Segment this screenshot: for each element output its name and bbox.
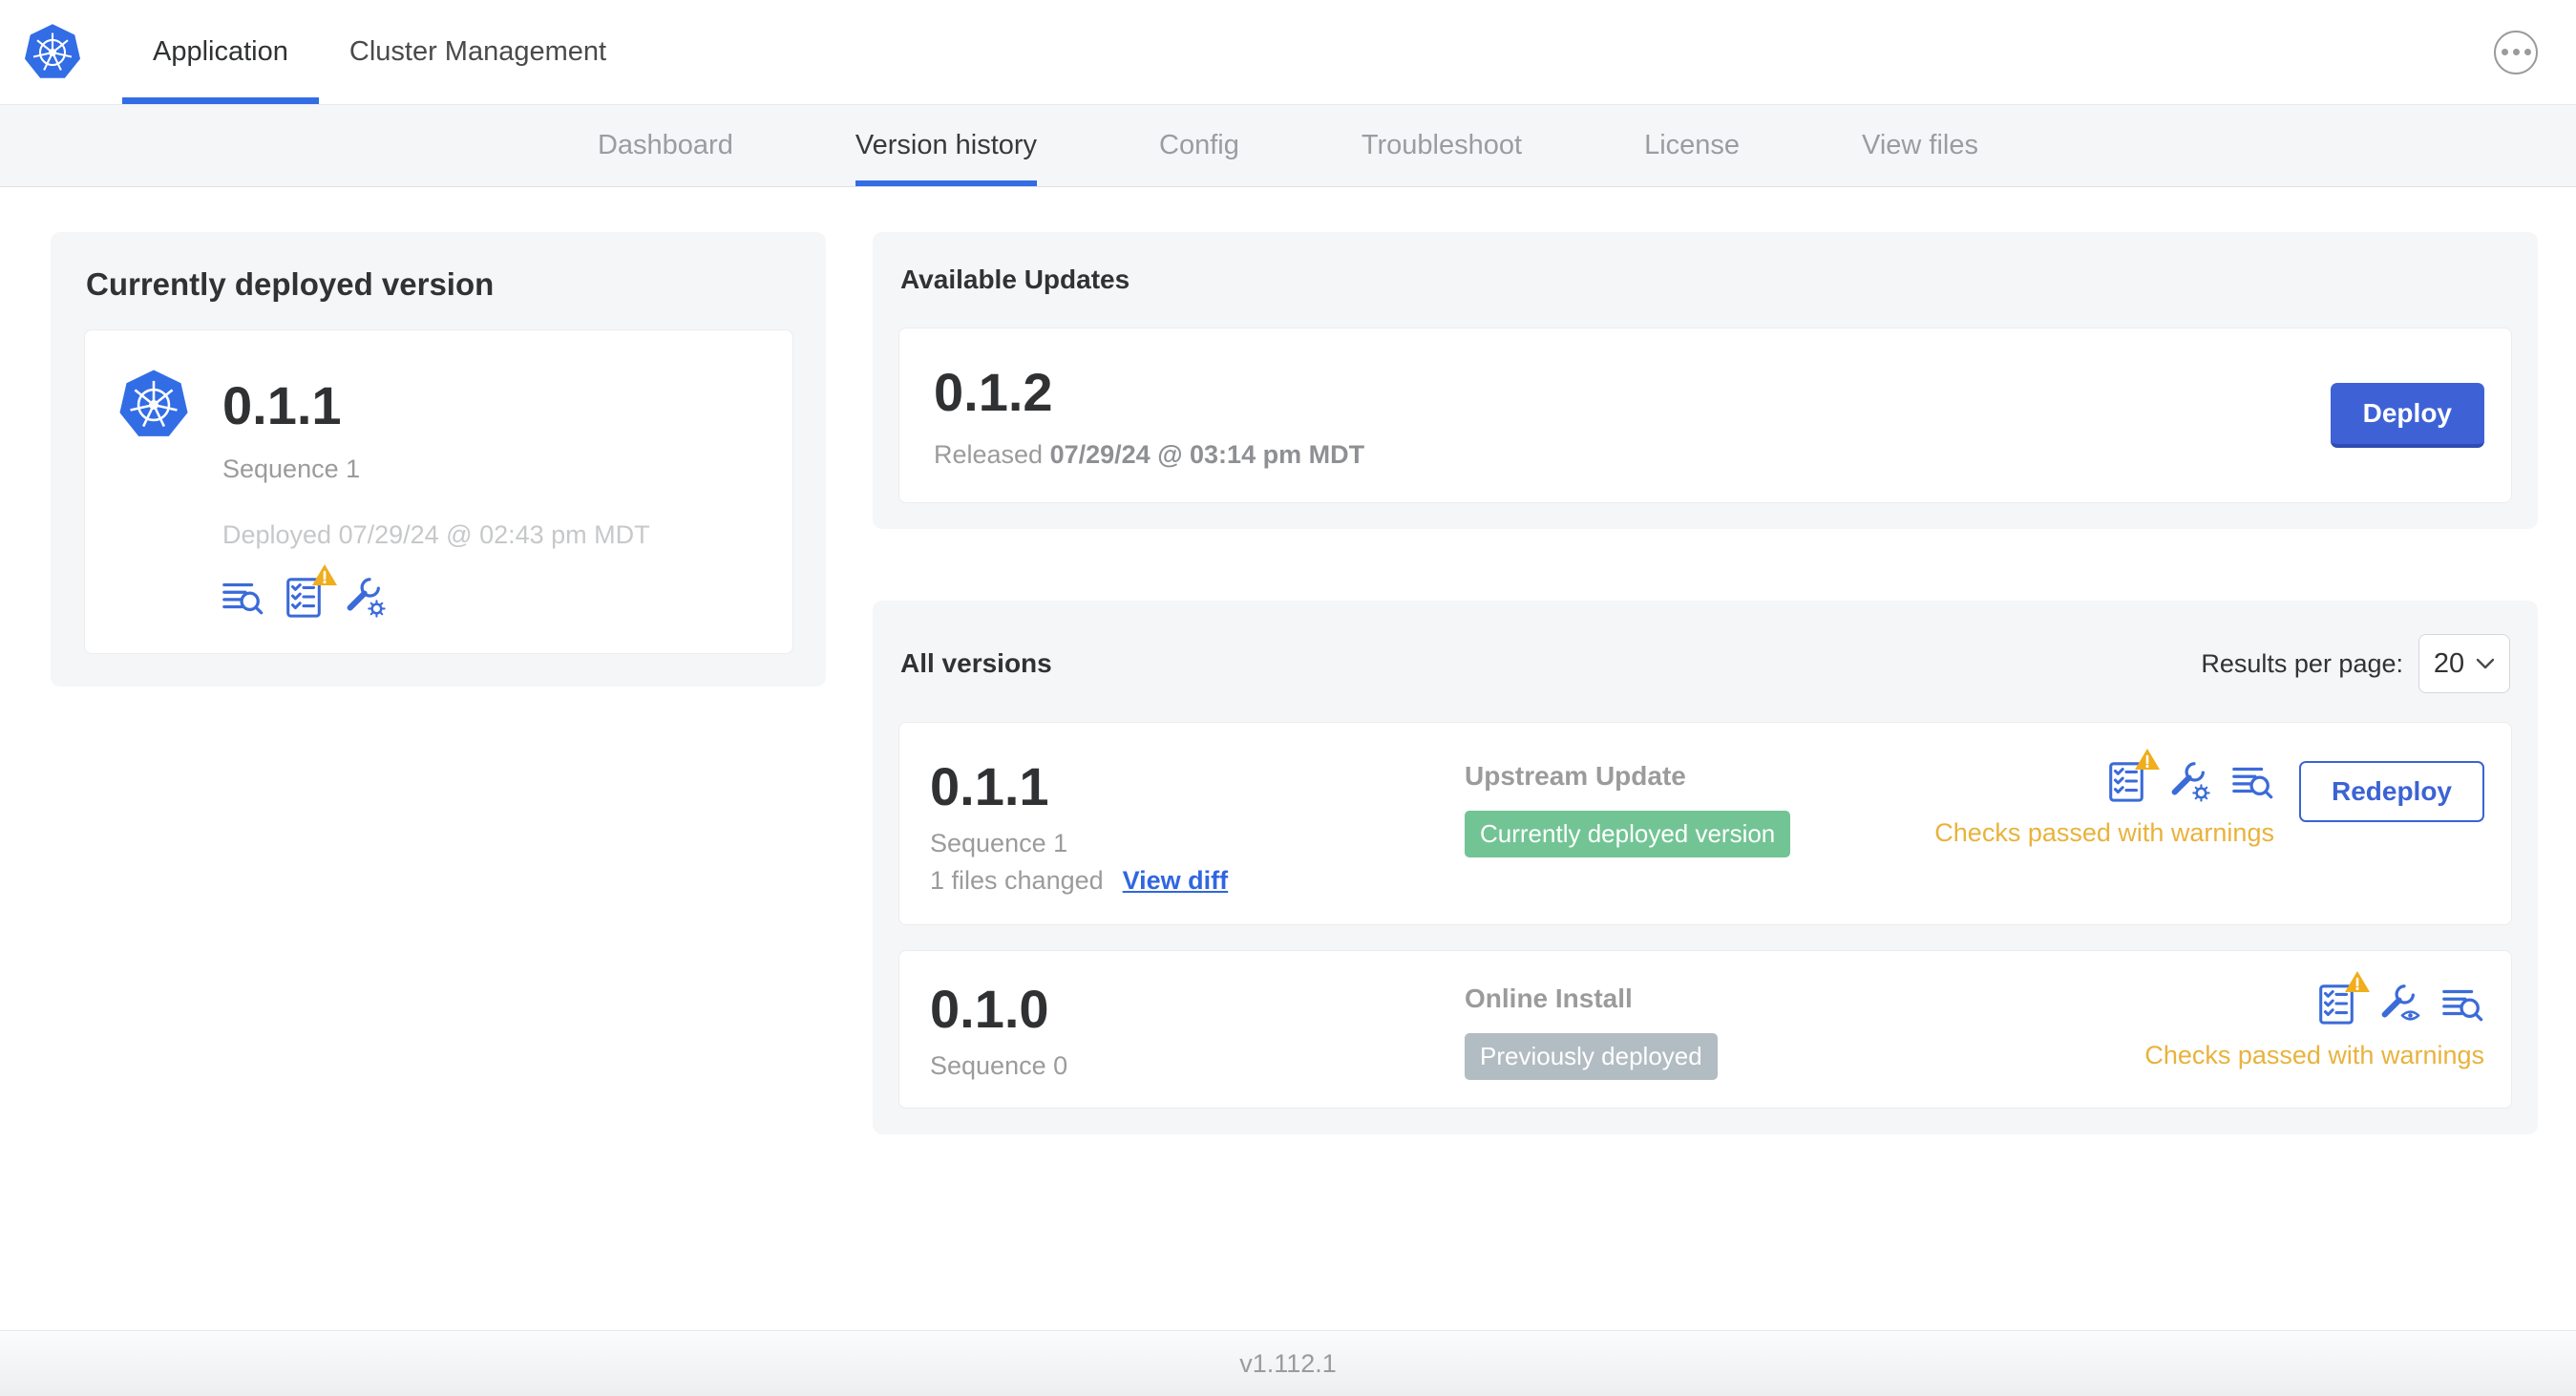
right-column: Available Updates 0.1.2 Released 07/29/2… xyxy=(873,232,2538,1134)
left-column: Currently deployed version 0.1.1 Sequenc… xyxy=(51,232,826,687)
preflight-checks-icon[interactable] xyxy=(2314,969,2371,1026)
deployed-version-number: 0.1.1 xyxy=(222,374,342,435)
tab-view-files[interactable]: View files xyxy=(1862,105,1978,186)
console-version: v1.112.1 xyxy=(1239,1348,1337,1378)
currently-deployed-card: Currently deployed version 0.1.1 Sequenc… xyxy=(51,232,826,687)
previously-deployed-badge: Previously deployed xyxy=(1465,1033,1718,1080)
sub-nav: Dashboard Version history Config Trouble… xyxy=(0,105,2576,187)
preflight-checks-icon[interactable] xyxy=(282,562,338,619)
release-notes-icon[interactable] xyxy=(2440,982,2484,1026)
app-icon-kubernetes xyxy=(118,369,189,438)
warning-icon xyxy=(311,562,338,587)
available-updates-card: Available Updates 0.1.2 Released 07/29/2… xyxy=(873,232,2538,529)
warning-icon xyxy=(2344,969,2371,994)
view-config-icon[interactable] xyxy=(2377,982,2421,1026)
release-notes-icon[interactable] xyxy=(221,575,264,619)
version-row-0-1-1: 0.1.1 Sequence 1 1 files changed View di… xyxy=(898,722,2512,925)
preflight-status-text: Checks passed with warnings xyxy=(2144,1041,2484,1069)
tab-application[interactable]: Application xyxy=(122,0,319,104)
update-version-number: 0.1.2 xyxy=(934,362,1053,422)
row-sequence: Sequence 0 xyxy=(930,1051,1068,1080)
update-row: 0.1.2 Released 07/29/24 @ 03:14 pm MDT D… xyxy=(898,328,2512,503)
tab-version-history[interactable]: Version history xyxy=(855,105,1037,186)
preflight-status-text: Checks passed with warnings xyxy=(1934,818,2274,847)
files-changed-label: 1 files changed xyxy=(930,866,1104,895)
results-per-page-select[interactable]: 20 xyxy=(2418,634,2510,693)
all-versions-card: All versions Results per page: 20 0.1.1 … xyxy=(873,601,2538,1134)
edit-config-icon[interactable] xyxy=(2167,759,2211,803)
deploy-button[interactable]: Deploy xyxy=(2330,383,2484,448)
release-notes-icon[interactable] xyxy=(2230,759,2274,803)
currently-deployed-panel: 0.1.1 Sequence 1 Deployed 07/29/24 @ 02:… xyxy=(84,329,793,654)
redeploy-button[interactable]: Redeploy xyxy=(2298,761,2484,822)
available-updates-title: Available Updates xyxy=(900,264,1130,294)
row-source-type: Online Install xyxy=(1465,984,1633,1013)
tab-troubleshoot[interactable]: Troubleshoot xyxy=(1362,105,1522,186)
update-released-line: Released 07/29/24 @ 03:14 pm MDT xyxy=(934,440,1365,469)
kubernetes-logo xyxy=(23,0,82,104)
tab-cluster-management[interactable]: Cluster Management xyxy=(319,0,637,104)
row-sequence: Sequence 1 xyxy=(930,829,1068,857)
edit-config-icon[interactable] xyxy=(343,575,387,619)
footer: v1.112.1 xyxy=(0,1330,2576,1396)
deployed-timestamp: Deployed 07/29/24 @ 02:43 pm MDT xyxy=(222,520,650,549)
deployed-sequence: Sequence 1 xyxy=(222,455,361,483)
version-row-0-1-0: 0.1.0 Sequence 0 Online Install Previous… xyxy=(898,950,2512,1109)
main-content: Currently deployed version 0.1.1 Sequenc… xyxy=(0,187,2576,1330)
row-source-type: Upstream Update xyxy=(1465,761,1686,791)
tab-license[interactable]: License xyxy=(1644,105,1740,186)
version-history-page: Application Cluster Management Dashboard… xyxy=(0,0,2576,1396)
tab-dashboard[interactable]: Dashboard xyxy=(598,105,733,186)
chevron-down-icon xyxy=(2476,658,2495,669)
overflow-menu-button[interactable] xyxy=(2494,30,2538,74)
preflight-checks-icon[interactable] xyxy=(2104,747,2161,803)
warning-icon xyxy=(2133,747,2161,772)
view-diff-link[interactable]: View diff xyxy=(1123,866,1229,896)
update-released-timestamp: 07/29/24 @ 03:14 pm MDT xyxy=(1049,440,1365,469)
top-nav: Application Cluster Management xyxy=(0,0,2576,105)
app-level-tabs: Application Cluster Management xyxy=(122,0,637,104)
row-version-number: 0.1.0 xyxy=(930,979,1049,1039)
tab-config[interactable]: Config xyxy=(1159,105,1239,186)
results-per-page-label: Results per page: xyxy=(2201,648,2403,678)
all-versions-title: All versions xyxy=(900,648,1052,678)
currently-deployed-badge: Currently deployed version xyxy=(1465,811,1791,857)
row-version-number: 0.1.1 xyxy=(930,756,1049,816)
ellipsis-icon xyxy=(2501,49,2531,55)
currently-deployed-title: Currently deployed version xyxy=(86,266,495,302)
